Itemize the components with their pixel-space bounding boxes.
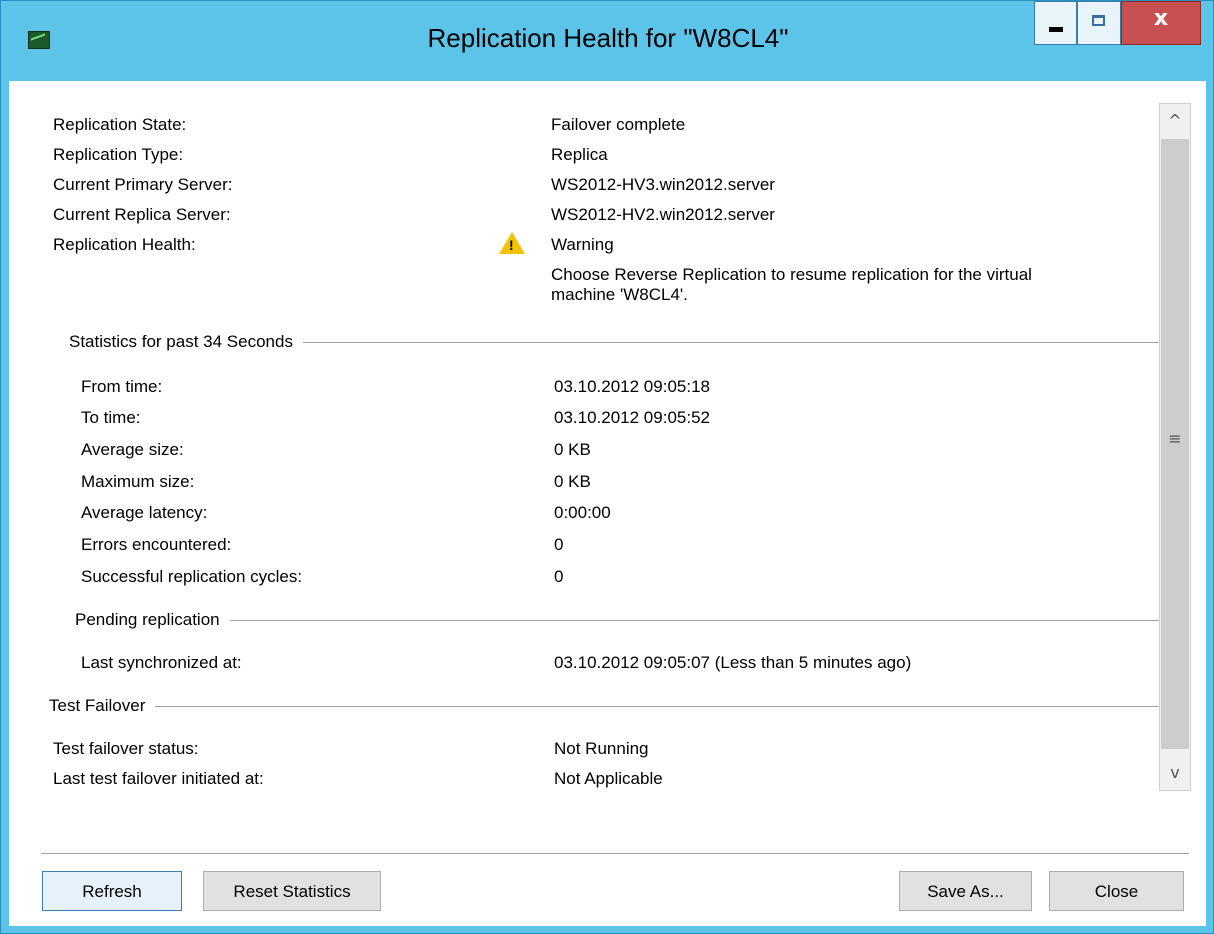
vertical-scrollbar[interactable]: ^ ≡ v [1159,103,1191,791]
errors-encountered-label: Errors encountered: [81,535,232,554]
save-as-button[interactable]: Save As... [899,871,1032,911]
successful-cycles-value: 0 [554,567,564,586]
pending-divider [75,620,1159,621]
maximize-button[interactable] [1077,1,1121,45]
maximum-size-label: Maximum size: [81,472,195,491]
health-message-line-1: Choose Reverse Replication to resume rep… [551,265,1032,284]
average-size-label: Average size: [81,440,184,459]
window-title: Replication Health for "W8CL4" [427,23,789,53]
statistics-heading: Statistics for past 34 Seconds [69,332,303,352]
close-icon: x [1153,6,1169,31]
refresh-button[interactable]: Refresh [42,871,182,911]
from-time-value: 03.10.2012 09:05:18 [554,377,710,396]
minimize-button[interactable] [1034,1,1077,45]
close-window-button[interactable]: x [1121,1,1201,45]
average-latency-label: Average latency: [81,503,208,522]
footer-divider [41,853,1189,854]
replication-health-label: Replication Health: [53,235,196,254]
scrollbar-thumb[interactable]: ≡ [1161,139,1189,749]
successful-cycles-label: Successful replication cycles: [81,567,303,586]
last-synchronized-value: 03.10.2012 09:05:07 (Less than 5 minutes… [554,653,912,672]
test-failover-heading: Test Failover [49,696,156,716]
errors-encountered-value: 0 [554,535,564,554]
replication-health-value: Warning [551,235,614,254]
title-bar[interactable]: Replication Health for "W8CL4" x [1,1,1213,81]
test-failover-status-value: Not Running [554,739,649,758]
from-time-label: From time: [81,377,163,396]
scroll-down-arrow-icon[interactable]: v [1160,756,1190,790]
replica-server-label: Current Replica Server: [53,205,231,224]
dialog-client-area: Replication State: Failover complete Rep… [9,81,1206,926]
test-failover-status-label: Test failover status: [53,739,199,758]
scroll-up-arrow-icon[interactable]: ^ [1160,104,1190,138]
reset-statistics-button[interactable]: Reset Statistics [203,871,381,911]
last-synchronized-label: Last synchronized at: [81,653,242,672]
replica-server-value: WS2012-HV2.win2012.server [551,205,775,224]
warning-icon-mark: ! [509,237,514,253]
average-size-value: 0 KB [554,440,591,459]
health-details-panel: Replication State: Failover complete Rep… [9,101,1159,801]
last-test-failover-value: Not Applicable [554,769,663,788]
test-failover-divider [49,706,1159,707]
pending-replication-heading: Pending replication [75,610,230,630]
primary-server-value: WS2012-HV3.win2012.server [551,175,775,194]
replication-type-label: Replication Type: [53,145,184,164]
replication-type-value: Replica [551,145,608,164]
to-time-label: To time: [81,408,141,427]
close-button[interactable]: Close [1049,871,1184,911]
replication-state-value: Failover complete [551,115,686,134]
average-latency-value: 0:00:00 [554,503,611,522]
replication-health-window: Replication Health for "W8CL4" x Replica… [0,0,1214,934]
primary-server-label: Current Primary Server: [53,175,233,194]
health-message-line-2: machine 'W8CL4'. [551,285,688,304]
replication-state-label: Replication State: [53,115,187,134]
to-time-value: 03.10.2012 09:05:52 [554,408,710,427]
last-test-failover-label: Last test failover initiated at: [53,769,264,788]
maximum-size-value: 0 KB [554,472,591,491]
grip-icon: ≡ [1168,429,1182,448]
